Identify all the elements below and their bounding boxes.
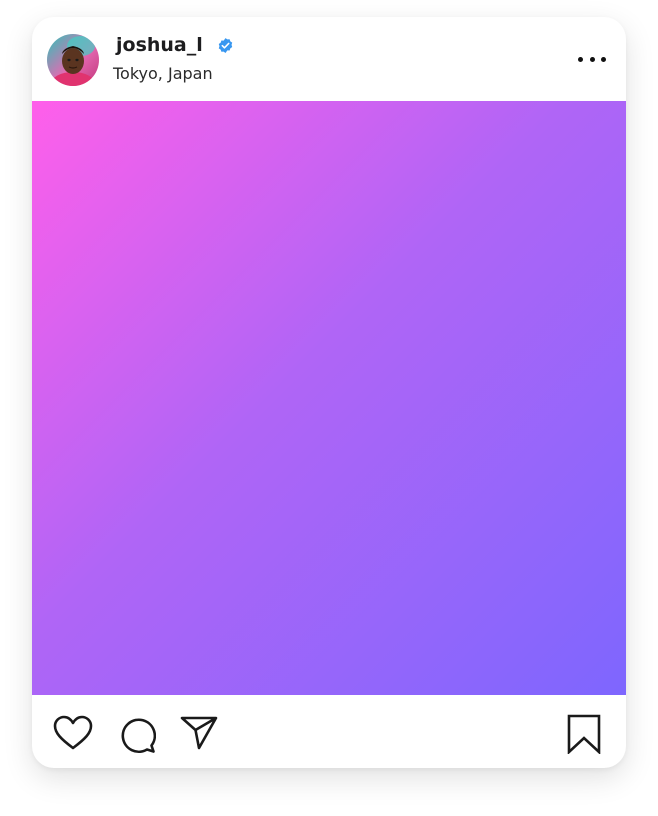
comment-bubble-icon [121, 718, 156, 754]
heart-icon [53, 715, 93, 750]
post-actions-bar [32, 695, 626, 768]
post-header: joshua_l Tokyo, Japan [32, 17, 626, 101]
more-options-button[interactable] [578, 47, 606, 71]
user-avatar[interactable] [47, 34, 99, 86]
like-button[interactable] [53, 715, 93, 751]
username-row: joshua_l [116, 33, 234, 57]
username[interactable]: joshua_l [116, 34, 203, 56]
paper-plane-icon [180, 716, 218, 750]
post-card: joshua_l Tokyo, Japan [32, 17, 626, 768]
ellipsis-dot [589, 56, 595, 62]
post-location[interactable]: Tokyo, Japan [113, 64, 213, 83]
bookmark-icon [567, 714, 601, 754]
ellipsis-horizontal-icon [578, 56, 583, 62]
ellipsis-dot [601, 56, 606, 62]
save-button[interactable] [567, 714, 601, 754]
comment-button[interactable] [118, 716, 156, 754]
verified-badge-icon [217, 37, 234, 54]
post-image[interactable] [32, 101, 626, 695]
share-button[interactable] [180, 715, 218, 751]
avatar-image [47, 34, 99, 86]
